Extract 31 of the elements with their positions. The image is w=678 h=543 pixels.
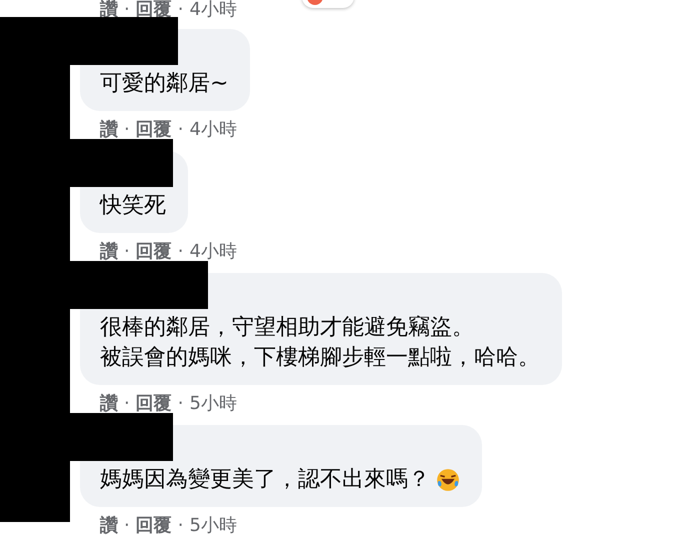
separator-dot: · (124, 393, 130, 415)
separator-dot: · (178, 0, 184, 19)
comment-time: 5小時 (189, 393, 237, 415)
reply-link[interactable]: 回覆 (136, 241, 172, 263)
separator-dot: · (124, 515, 130, 537)
comment-text: 很棒的鄰居，守望相助才能避免竊盜。 (100, 314, 474, 342)
comment-text: 快笑死 (100, 192, 166, 220)
like-link[interactable]: 讚 (100, 515, 118, 537)
reply-link[interactable]: 回覆 (136, 515, 172, 537)
separator-dot: · (178, 515, 184, 537)
comment-text: 可愛的鄰居~ (100, 70, 228, 98)
comment-text: 媽媽因為變更美了，認不出來嗎？ (100, 466, 430, 494)
like-link[interactable]: 讚 (100, 119, 118, 141)
comment-time: 4小時 (189, 0, 237, 19)
reply-link[interactable]: 回覆 (136, 393, 172, 415)
like-link[interactable]: 讚 (100, 393, 118, 415)
comment-text: 被誤會的媽咪，下樓梯腳步輕一點啦，哈哈。 (100, 344, 540, 372)
comment-time: 4小時 (189, 241, 237, 263)
separator-dot: · (178, 119, 184, 141)
like-link[interactable]: 讚 (100, 0, 118, 19)
separator-dot: · (124, 0, 130, 19)
separator-dot: · (124, 241, 130, 263)
reply-link[interactable]: 回覆 (136, 0, 172, 19)
separator-dot: · (178, 393, 184, 415)
comment-time: 4小時 (189, 119, 237, 141)
separator-dot: · (124, 119, 130, 141)
like-link[interactable]: 讚 (100, 241, 118, 263)
reply-link[interactable]: 回覆 (136, 119, 172, 141)
laughing-emoji-icon (436, 468, 460, 492)
comment-time: 5小時 (189, 515, 237, 537)
separator-dot: · (178, 241, 184, 263)
